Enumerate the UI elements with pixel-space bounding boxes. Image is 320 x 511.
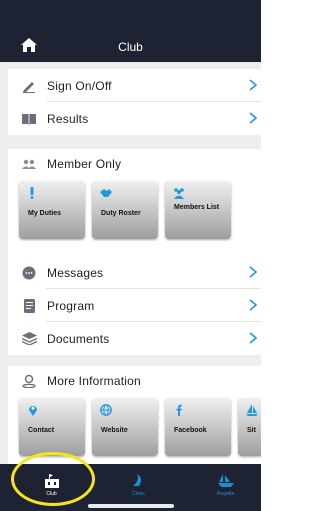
chevron-right-icon bbox=[249, 266, 258, 278]
tile-label: Website bbox=[101, 427, 128, 434]
handshake-icon bbox=[100, 189, 112, 197]
menu-item-label: Messages bbox=[47, 265, 104, 280]
exclamation-icon bbox=[30, 187, 34, 199]
tile-website[interactable]: Website bbox=[92, 398, 158, 456]
document-icon bbox=[21, 298, 37, 314]
menu-item-program[interactable]: Program bbox=[8, 289, 261, 322]
location-pin-icon bbox=[29, 406, 37, 416]
member-only-tiles: My Duties Duty Roster Members List bbox=[8, 179, 261, 245]
tab-regatta[interactable]: Regatta bbox=[182, 464, 269, 511]
book-icon bbox=[21, 111, 37, 127]
layers-icon bbox=[21, 331, 37, 347]
menu-item-label: Documents bbox=[47, 331, 110, 346]
sail-icon bbox=[133, 474, 142, 486]
people-icon bbox=[174, 188, 184, 199]
tile-members-list[interactable]: Members List bbox=[165, 181, 231, 239]
more-information-section: More Information Contact Website Faceboo… bbox=[8, 366, 261, 464]
menu-group-secondary: Messages Program Documents bbox=[8, 256, 261, 355]
menu-item-messages[interactable]: Messages bbox=[8, 256, 261, 289]
tile-my-duties[interactable]: My Duties bbox=[19, 181, 85, 239]
chevron-right-icon bbox=[249, 79, 258, 91]
person-pin-icon bbox=[21, 373, 37, 389]
chevron-right-icon bbox=[249, 299, 258, 311]
tile-label: Sit bbox=[247, 427, 256, 434]
tile-facebook[interactable]: Facebook bbox=[165, 398, 231, 456]
pencil-icon bbox=[21, 78, 37, 94]
tile-site[interactable]: Sit bbox=[238, 398, 261, 456]
tile-contact[interactable]: Contact bbox=[19, 398, 85, 456]
content-area: Sign On/Off Results Member Only My Dutie… bbox=[0, 62, 261, 464]
section-header-member-only: Member Only bbox=[8, 149, 261, 179]
menu-item-label: Results bbox=[47, 111, 89, 126]
menu-item-results[interactable]: Results bbox=[8, 102, 261, 135]
tile-duty-roster[interactable]: Duty Roster bbox=[92, 181, 158, 239]
globe-icon bbox=[100, 404, 112, 416]
tab-label: Regatta bbox=[216, 491, 235, 497]
chevron-right-icon bbox=[249, 332, 258, 344]
boat-icon bbox=[218, 474, 234, 487]
app-header: Club bbox=[0, 0, 261, 62]
tile-label: Duty Roster bbox=[101, 210, 141, 217]
home-indicator[interactable] bbox=[88, 504, 174, 508]
page-title: Club bbox=[118, 40, 143, 54]
menu-item-sign-on-off[interactable]: Sign On/Off bbox=[8, 69, 261, 102]
section-header-more-information: More Information bbox=[8, 366, 261, 396]
menu-item-label: Sign On/Off bbox=[47, 78, 112, 93]
member-only-section: Member Only My Duties Duty Roster Member… bbox=[8, 149, 261, 257]
tile-label: Members List bbox=[174, 204, 220, 211]
menu-group-primary: Sign On/Off Results bbox=[8, 69, 261, 135]
section-title: Member Only bbox=[47, 157, 122, 171]
chat-icon bbox=[21, 265, 37, 281]
tile-label: My Duties bbox=[28, 210, 62, 217]
members-icon bbox=[21, 156, 37, 172]
highlight-annotation bbox=[11, 452, 95, 506]
facebook-icon bbox=[176, 404, 182, 416]
section-title: More Information bbox=[47, 374, 141, 388]
tab-label: Class bbox=[132, 491, 145, 497]
tile-label: Facebook bbox=[174, 427, 207, 434]
menu-item-documents[interactable]: Documents bbox=[8, 322, 261, 355]
chevron-right-icon bbox=[249, 112, 258, 124]
tile-label: Contact bbox=[28, 427, 55, 434]
menu-item-label: Program bbox=[47, 298, 95, 313]
sailboat-icon bbox=[246, 404, 258, 416]
